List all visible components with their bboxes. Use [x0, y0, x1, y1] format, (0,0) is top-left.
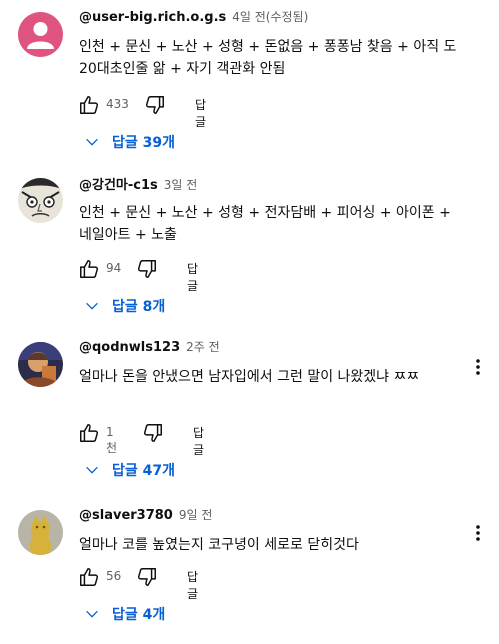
avatar[interactable]	[18, 342, 63, 387]
comment-header: @강건마-c1s 3일 전	[79, 174, 197, 193]
comment-time[interactable]: 4일 전(수정됨)	[232, 10, 308, 24]
more-actions-button[interactable]	[470, 522, 486, 544]
view-replies-button[interactable]: 답글 4개	[84, 602, 165, 626]
chevron-down-icon	[86, 302, 98, 310]
thumbs-down-icon	[137, 260, 156, 278]
like-count: 433	[106, 97, 129, 111]
default-person-avatar-icon	[18, 12, 63, 57]
like-button[interactable]	[76, 92, 102, 118]
replies-label: 답글 47개	[112, 463, 175, 479]
more-vert-icon	[476, 525, 480, 541]
like-button[interactable]	[76, 420, 102, 446]
like-count: 56	[106, 569, 122, 583]
dislike-button[interactable]	[134, 564, 160, 590]
comment-author[interactable]: @qodnwls123	[79, 340, 180, 355]
like-button[interactable]	[76, 256, 102, 282]
replies-label: 답글 4개	[112, 607, 166, 623]
comment-author[interactable]: @user-big.rich.o.g.s	[79, 10, 226, 25]
like-button[interactable]	[76, 564, 102, 590]
thumbs-down-icon	[145, 96, 164, 114]
avatar[interactable]	[18, 12, 63, 57]
comment-text: 얼마나 코를 높였는지 코구녕이 세로로 닫히것다	[79, 537, 359, 553]
more-actions-button[interactable]	[470, 356, 486, 378]
thumbs-down-icon	[143, 424, 162, 442]
comment-header: @qodnwls123 2주 전	[79, 338, 220, 355]
thumbs-up-icon	[80, 568, 99, 586]
chevron-down-icon	[86, 466, 98, 474]
dislike-button[interactable]	[142, 92, 168, 118]
reply-button[interactable]: 답글	[187, 568, 198, 602]
golden-figure-avatar-icon	[18, 510, 63, 555]
avatar[interactable]	[18, 178, 63, 223]
photo-avatar-icon	[18, 342, 63, 387]
comment-header: @slaver3780 9일 전	[79, 506, 212, 523]
like-count: 94	[106, 261, 122, 275]
comment-author[interactable]: @slaver3780	[79, 508, 173, 523]
comment-time[interactable]: 9일 전	[179, 508, 213, 522]
chevron-down-icon	[86, 138, 98, 146]
view-replies-button[interactable]: 답글 8개	[84, 294, 165, 318]
comment-header: @user-big.rich.o.g.s 4일 전(수정됨)	[79, 8, 308, 25]
more-vert-icon	[476, 359, 480, 375]
like-count: 1천	[106, 425, 118, 455]
thumbs-down-icon	[137, 568, 156, 586]
view-replies-button[interactable]: 답글 47개	[84, 458, 175, 482]
comment-text: 인천 + 문신 + 노산 + 성형 + 돈없음 + 퐁퐁남 찾음 + 아직 도 …	[79, 39, 457, 77]
thumbs-up-icon	[80, 96, 99, 114]
cartoon-face-avatar-icon	[18, 178, 63, 223]
reply-button[interactable]: 답글	[193, 424, 204, 458]
thumbs-up-icon	[80, 424, 99, 442]
comment-time[interactable]: 3일 전	[164, 178, 198, 192]
replies-label: 답글 39개	[112, 135, 175, 151]
chevron-down-icon	[86, 610, 98, 618]
dislike-button[interactable]	[140, 420, 166, 446]
avatar[interactable]	[18, 510, 63, 555]
reply-button[interactable]: 답글	[187, 260, 198, 294]
view-replies-button[interactable]: 답글 39개	[84, 130, 175, 154]
dislike-button[interactable]	[134, 256, 160, 282]
comment-text: 얼마나 돈을 안냈으면 남자입에서 그런 말이 나왔겠냐 ㅉㅉ	[79, 369, 420, 385]
replies-label: 답글 8개	[112, 299, 166, 315]
comment-time[interactable]: 2주 전	[186, 340, 220, 354]
comment-author[interactable]: @강건마-c1s	[79, 178, 158, 193]
reply-button[interactable]: 답글	[195, 96, 206, 130]
comment-text: 인천 + 문신 + 노산 + 성형 + 전자담배 + 피어싱 + 아이폰 + 네…	[79, 205, 451, 243]
thumbs-up-icon	[80, 260, 99, 278]
